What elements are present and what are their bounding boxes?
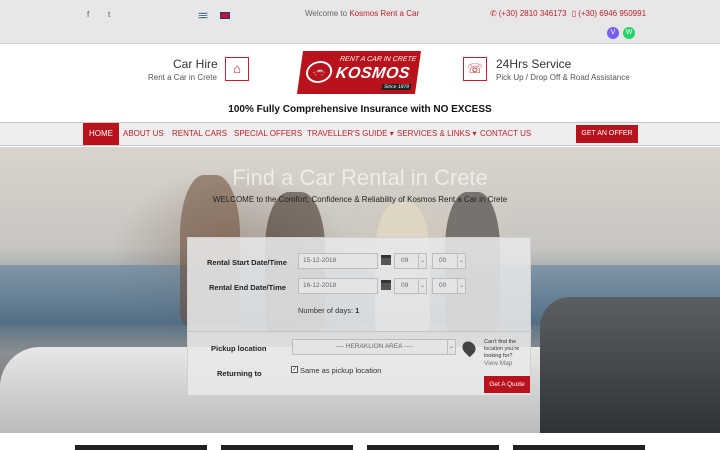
get-an-offer-button[interactable]: GET AN OFFER — [576, 125, 638, 143]
pickup-location-value: ---- HERAKLION AREA ---- — [335, 343, 413, 350]
pickup-location-label: Pickup location — [211, 344, 267, 353]
booking-form: Rental Start Date/Time 15-12-2018 09 ⌄ 00… — [187, 237, 532, 396]
feature-box — [513, 445, 645, 450]
rental-end-label: Rental End Date/Time — [209, 283, 286, 292]
end-hour-value: 09 — [401, 282, 409, 289]
bottom-section — [0, 433, 720, 450]
days-value: 1 — [355, 306, 360, 315]
days-label: Number of days: — [298, 306, 356, 315]
nav-rental-cars[interactable]: RENTAL CARS — [172, 123, 227, 145]
logo-car-emblem-icon: 🚗 — [304, 61, 334, 83]
chevron-down-icon: ⌄ — [457, 279, 465, 293]
kosmos-logo[interactable]: 🚗 RENT A CAR IN CRETE KOSMOS Since 1979 — [296, 51, 422, 94]
calendar-icon[interactable] — [381, 255, 391, 265]
form-divider — [188, 331, 532, 332]
logo-wordmark: KOSMOS — [334, 65, 412, 82]
end-minute-select[interactable]: 00 ⌄ — [432, 278, 466, 294]
feature-box — [367, 445, 499, 450]
calendar-icon[interactable] — [381, 280, 391, 290]
end-minute-value: 00 — [439, 282, 447, 289]
phone-numbers: ✆ (+30) 2810 346173 ▯ (+30) 6946 950991 — [490, 9, 646, 18]
end-date-input[interactable]: 16-12-2018 — [298, 278, 378, 294]
start-hour-value: 09 — [401, 257, 409, 264]
rental-start-label: Rental Start Date/Time — [207, 258, 287, 267]
number-of-days: Number of days: 1 — [298, 306, 359, 315]
hero-title: Find a Car Rental in Crete — [232, 165, 488, 190]
start-date-input[interactable]: 15-12-2018 — [298, 253, 378, 269]
nav-contact-us[interactable]: CONTACT US — [480, 123, 531, 145]
logo-tagline: RENT A CAR IN CRETE — [339, 56, 417, 63]
nav-travellers-guide[interactable]: TRAVELLER'S GUIDE ▾ — [307, 123, 394, 145]
welcome-prefix: Welcome to — [305, 9, 350, 18]
view-map-link[interactable]: View Map — [484, 360, 512, 367]
same-as-pickup-checkbox[interactable]: ✓ — [291, 366, 298, 373]
returning-to-label: Returning to — [217, 369, 262, 378]
greek-flag-icon[interactable] — [198, 12, 208, 19]
nav-special-offers[interactable]: SPECIAL OFFERS — [234, 123, 302, 145]
hero-subtitle: WELCOME to the Comfort, Confidence & Rel… — [212, 195, 508, 204]
nav-about-us[interactable]: ABOUT US — [123, 123, 164, 145]
chevron-down-icon: ⌄ — [457, 254, 465, 268]
phone-icon: ✆ — [490, 9, 497, 18]
viber-icon[interactable]: V — [607, 27, 619, 39]
english-flag-icon[interactable] — [220, 12, 230, 19]
get-a-quote-button[interactable]: Get A Quote — [484, 376, 530, 393]
chevron-down-icon: ⌄ — [418, 279, 426, 293]
twitter-icon[interactable]: t — [108, 10, 110, 19]
hero-dark-car — [540, 297, 720, 433]
phone-landline[interactable]: (+30) 2810 346173 — [499, 9, 567, 18]
header: Car Hire Rent a Car in Crete ⌂ 🚗 RENT A … — [0, 44, 720, 122]
top-bar: f t Welcome to Kosmos Rent a Car ✆ (+30) … — [0, 0, 720, 44]
welcome-text: Welcome to Kosmos Rent a Car — [305, 9, 419, 18]
service-title: 24Hrs Service — [496, 57, 572, 71]
nav-services-links[interactable]: SERVICES & LINKS ▾ — [397, 123, 476, 145]
start-hour-select[interactable]: 09 ⌄ — [394, 253, 427, 269]
welcome-brand-link[interactable]: Kosmos Rent a Car — [349, 9, 419, 18]
pickup-location-select[interactable]: ---- HERAKLION AREA ---- ⌄ — [292, 339, 456, 355]
phone-mobile[interactable]: (+30) 6946 950991 — [578, 9, 646, 18]
insurance-banner: 100% Fully Comprehensive Insurance with … — [228, 104, 492, 115]
start-minute-select[interactable]: 00 ⌄ — [432, 253, 466, 269]
same-as-pickup-label[interactable]: Same as pickup location — [300, 366, 381, 375]
feature-box — [75, 445, 207, 450]
logo-since: Since 1979 — [381, 84, 412, 90]
start-minute-value: 00 — [439, 257, 447, 264]
chevron-down-icon: ⌄ — [418, 254, 426, 268]
service-phone-icon: ☏ — [463, 57, 487, 81]
map-pin-icon — [459, 338, 479, 358]
car-hire-title: Car Hire — [173, 57, 218, 71]
mobile-icon: ▯ — [571, 9, 577, 18]
cant-find-location-text: Can't find the location you're looking f… — [484, 339, 520, 359]
chevron-down-icon: ⌄ — [447, 340, 455, 354]
facebook-icon[interactable]: f — [87, 10, 89, 19]
whatsapp-icon[interactable]: W — [623, 27, 635, 39]
feature-box — [221, 445, 353, 450]
service-subtitle: Pick Up / Drop Off & Road Assistance — [496, 73, 630, 82]
nav-home[interactable]: HOME — [83, 123, 119, 145]
car-hire-subtitle: Rent a Car in Crete — [148, 73, 217, 82]
home-icon: ⌂ — [225, 57, 249, 81]
main-nav: HOME ABOUT US RENTAL CARS SPECIAL OFFERS… — [0, 122, 720, 146]
end-hour-select[interactable]: 09 ⌄ — [394, 278, 427, 294]
